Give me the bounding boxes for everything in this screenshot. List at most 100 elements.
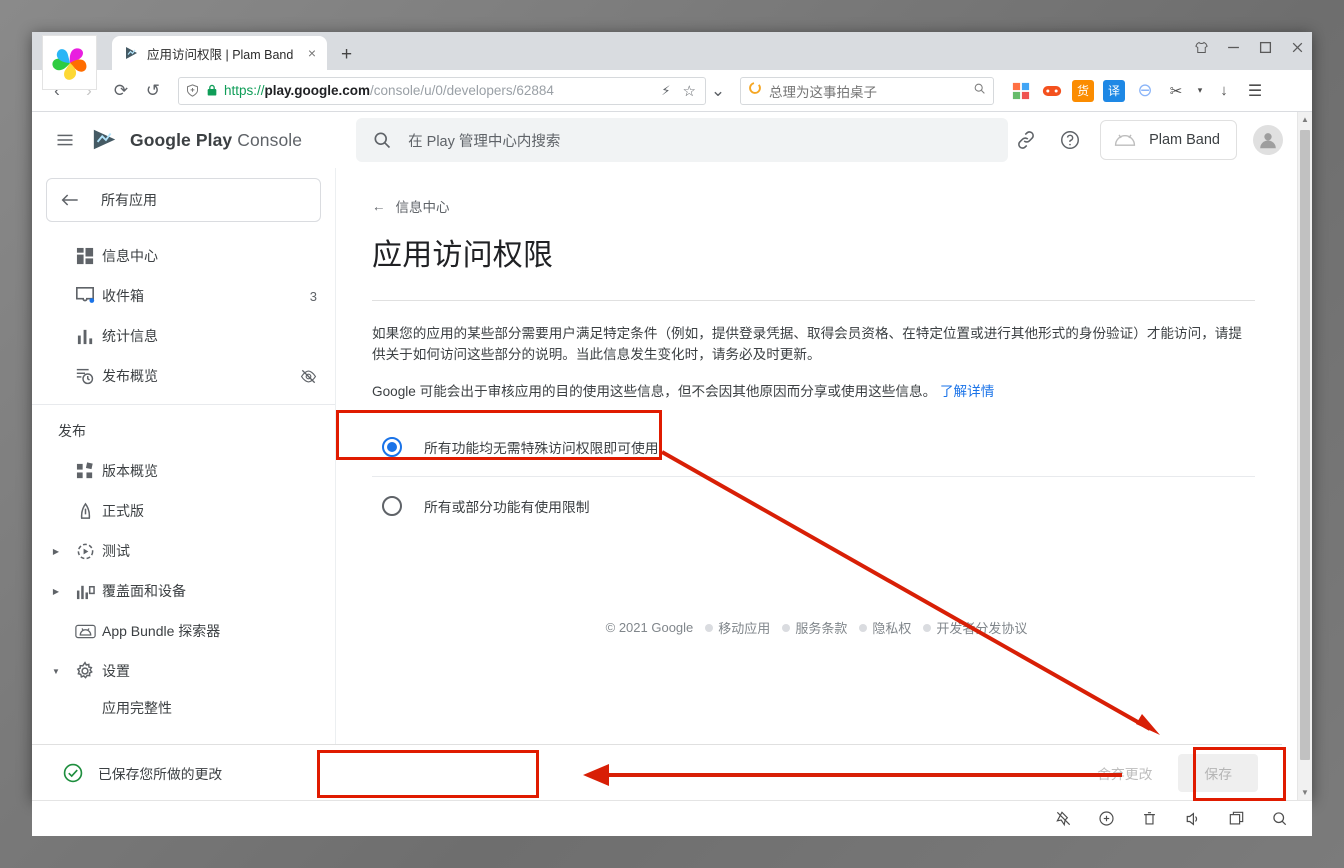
sidebar-item-publishing-overview[interactable]: 发布概览 (32, 356, 335, 396)
theme-skin-icon[interactable] (1192, 38, 1210, 56)
sidebar-section-title: 发布 (58, 423, 86, 439)
scrollbar-thumb[interactable] (1300, 130, 1310, 760)
link-icon[interactable] (1012, 126, 1040, 154)
learn-more-link[interactable]: 了解详情 (940, 384, 994, 399)
app-selector-chip[interactable]: Plam Band (1100, 120, 1237, 160)
close-button[interactable] (1288, 38, 1306, 56)
footer-link-label: 开发者分发协议 (936, 621, 1028, 636)
screenshot-dropdown-icon[interactable]: ▾ (1196, 80, 1204, 102)
save-button[interactable]: 保存 (1178, 753, 1258, 792)
sidebar-label: 版本概览 (102, 463, 158, 479)
eyedropper-icon[interactable] (1098, 810, 1115, 827)
browser-toolbar: ‹ › ⟳ ↺ https://play.google.com/console/… (32, 70, 1312, 112)
sidebar-item-settings[interactable]: ▼ 设置 (32, 651, 335, 691)
extension-icons: 货 译 ⊖ ✂ ▾ ↓ ☰ (1010, 79, 1266, 102)
sidebar-item-release-overview[interactable]: 版本概览 (32, 451, 335, 491)
sidebar-label: 测试 (102, 543, 130, 559)
translate-extension-icon[interactable]: 译 (1103, 79, 1125, 102)
console-search-input[interactable]: 在 Play 管理中心内搜索 (356, 118, 1009, 162)
search-icon[interactable] (973, 82, 986, 100)
tab-list: 应用访问权限 | Plam Band × + (112, 32, 358, 70)
undo-button[interactable]: ↺ (138, 76, 168, 106)
radio-button-selected[interactable] (382, 437, 402, 458)
screen-root: 应用访问权限 | Plam Band × + ‹ › ⟳ ↺ https://p… (0, 0, 1344, 868)
browser-menu-icon[interactable]: ☰ (1244, 80, 1266, 102)
dashboard-icon (68, 247, 102, 266)
search-icon (374, 132, 391, 149)
account-avatar[interactable] (1253, 125, 1283, 155)
window-icon[interactable] (1228, 810, 1245, 827)
sidebar-item-reach-devices[interactable]: ▶ 覆盖面和设备 (32, 571, 335, 611)
option-restricted-functionality[interactable]: 所有或部分功能有使用限制 (372, 477, 1255, 535)
search-icon[interactable] (1271, 810, 1288, 827)
sidebar-item-testing[interactable]: ▶ 测试 (32, 531, 335, 571)
page-scrollbar[interactable]: ▲ ▼ (1297, 112, 1312, 800)
footer-link-label: 隐私权 (872, 621, 912, 636)
option-all-functionality-available[interactable]: 所有功能均无需特殊访问权限即可使用 (372, 418, 1255, 476)
volume-icon[interactable] (1184, 810, 1202, 828)
pin-off-icon[interactable] (1055, 810, 1072, 827)
console-brand[interactable]: Google Play Console (90, 127, 302, 153)
tab-close-icon[interactable]: × (305, 44, 319, 62)
scroll-down-arrow[interactable]: ▼ (1298, 785, 1312, 800)
minimize-button[interactable] (1224, 38, 1242, 56)
help-icon[interactable] (1056, 126, 1084, 154)
all-apps-label: 所有应用 (101, 192, 157, 208)
apps-grid-extension-icon[interactable] (1010, 80, 1032, 102)
footer-link-terms[interactable]: 服务条款 (782, 618, 847, 637)
screenshot-extension-icon[interactable]: ✂ (1165, 80, 1187, 102)
sidebar-subitem-app-integrity[interactable]: 应用完整性 (32, 691, 335, 725)
bullet-dot (782, 623, 791, 632)
radio-button-unselected[interactable] (382, 496, 402, 517)
sidebar-label: App Bundle 探索器 (102, 623, 221, 639)
scroll-up-arrow[interactable]: ▲ (1298, 112, 1312, 127)
lightning-icon[interactable]: ⚡ (658, 83, 673, 99)
eye-off-icon (300, 368, 317, 385)
footer-link-mobile-apps[interactable]: 移动应用 (705, 618, 770, 637)
downloads-extension-icon[interactable]: ↓ (1213, 80, 1235, 102)
sidebar-item-app-bundle-explorer[interactable]: App Bundle 探索器 (32, 611, 335, 651)
play-console-favicon (126, 47, 137, 59)
adblock-extension-icon[interactable]: ⊖ (1134, 80, 1156, 102)
discard-changes-button[interactable]: 舍弃更改 (1083, 763, 1166, 783)
bookmark-star-icon[interactable]: ☆ (680, 82, 699, 100)
bullet-dot (705, 623, 714, 632)
browser-statusbar (32, 800, 1312, 836)
browser-search-box[interactable]: 总理为这事拍桌子 (740, 76, 994, 105)
game-controller-extension-icon[interactable] (1041, 80, 1063, 102)
sidebar-item-inbox[interactable]: 收件箱 3 (32, 276, 335, 316)
shield-icon[interactable] (185, 83, 200, 98)
browser-viewport: Google Play Console 在 Play 管理中心内搜索 Plam … (32, 112, 1312, 800)
browser-tab[interactable]: 应用访问权限 | Plam Band × (112, 36, 327, 70)
sidebar-label: 覆盖面和设备 (102, 583, 186, 599)
sidebar-item-production[interactable]: 正式版 (32, 491, 335, 531)
reload-button[interactable]: ⟳ (106, 76, 136, 106)
footer-link-privacy[interactable]: 隐私权 (859, 618, 911, 637)
sidebar-item-dashboard[interactable]: 信息中心 (32, 236, 335, 276)
trash-icon[interactable] (1141, 810, 1158, 827)
lock-icon (206, 84, 218, 97)
expand-caret-icon[interactable]: ▶ (44, 547, 68, 556)
sidebar-item-statistics[interactable]: 统计信息 (32, 316, 335, 356)
maximize-button[interactable] (1256, 38, 1274, 56)
address-bar[interactable]: https://play.google.com/console/u/0/deve… (178, 76, 706, 105)
hamburger-icon[interactable] (48, 123, 82, 157)
expand-caret-icon[interactable]: ▶ (44, 587, 68, 596)
breadcrumb[interactable]: ← 信息中心 (372, 196, 1255, 216)
sidebar-label: 统计信息 (102, 328, 158, 344)
coupon-extension-icon[interactable]: 货 (1072, 79, 1094, 102)
description-paragraph-2: Google 可能会出于审核应用的目的使用这些信息，但不会因其他原因而分享或使用… (372, 381, 1255, 402)
bottom-action-bar: 已保存您所做的更改 舍弃更改 保存 (32, 744, 1282, 800)
footer-link-developer-agreement[interactable]: 开发者分发协议 (923, 618, 1027, 637)
pinwheel-logo-icon (51, 47, 86, 80)
url-text: https://play.google.com/console/u/0/deve… (224, 83, 652, 98)
omnibox-dropdown-icon[interactable]: ⌄ (708, 76, 728, 106)
collapse-caret-icon[interactable]: ▼ (44, 667, 68, 676)
browser-search-value: 总理为这事拍桌子 (769, 84, 877, 100)
all-apps-button[interactable]: 所有应用 (46, 178, 321, 222)
brand-google-play: Google Play (130, 129, 233, 150)
app-chip-name: Plam Band (1149, 132, 1220, 148)
option-label: 所有功能均无需特殊访问权限即可使用 (424, 441, 659, 457)
breadcrumb-label: 信息中心 (395, 200, 450, 215)
new-tab-button[interactable]: + (335, 45, 358, 64)
